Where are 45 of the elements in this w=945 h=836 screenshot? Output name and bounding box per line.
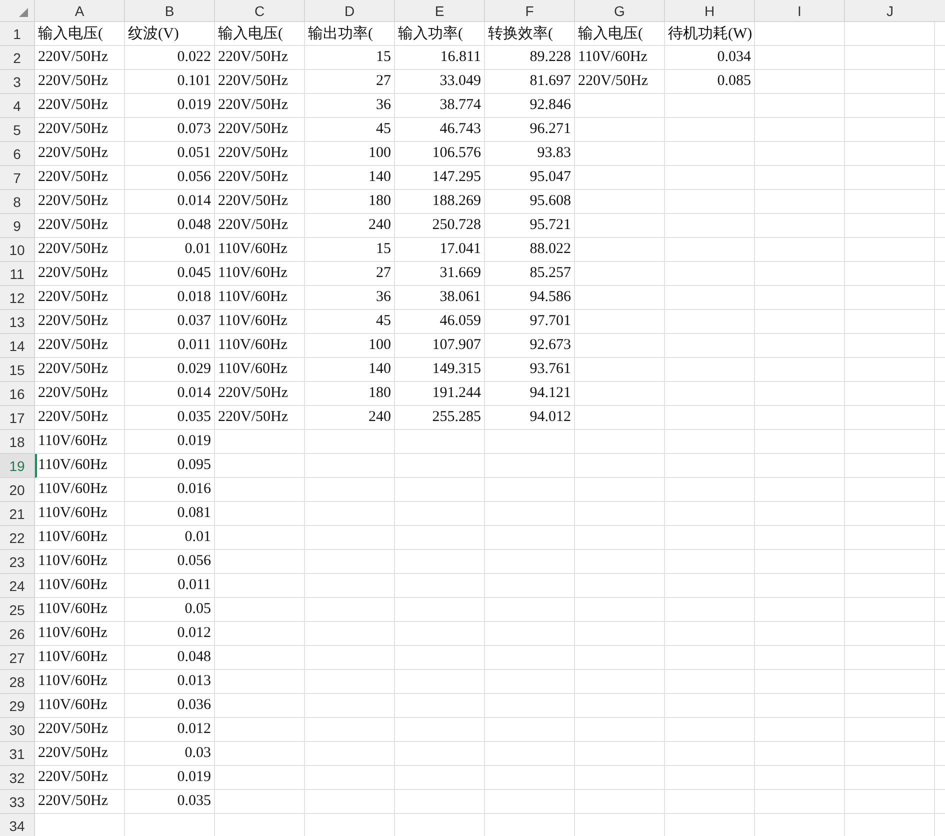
row-header[interactable]: 10 bbox=[0, 238, 35, 262]
row-header[interactable]: 16 bbox=[0, 382, 35, 406]
row-header[interactable]: 7 bbox=[0, 166, 35, 190]
row-header[interactable]: 12 bbox=[0, 286, 35, 310]
row-header[interactable]: 18 bbox=[0, 430, 35, 454]
row-header[interactable]: 28 bbox=[0, 670, 35, 694]
row-header[interactable]: 14 bbox=[0, 334, 35, 358]
column-header[interactable]: D bbox=[305, 0, 395, 22]
row-header[interactable]: 33 bbox=[0, 790, 35, 814]
row-header[interactable]: 1 bbox=[0, 22, 35, 46]
column-header[interactable]: A bbox=[35, 0, 125, 22]
column-header[interactable]: E bbox=[395, 0, 485, 22]
row-header[interactable]: 19 bbox=[0, 454, 35, 478]
column-header[interactable]: I bbox=[755, 0, 845, 22]
column-header[interactable]: F bbox=[485, 0, 575, 22]
column-header[interactable]: H bbox=[665, 0, 755, 22]
row-header[interactable]: 6 bbox=[0, 142, 35, 166]
row-header[interactable]: 9 bbox=[0, 214, 35, 238]
row-header[interactable]: 3 bbox=[0, 70, 35, 94]
row-header[interactable]: 30 bbox=[0, 718, 35, 742]
row-header[interactable]: 15 bbox=[0, 358, 35, 382]
row-header[interactable]: 13 bbox=[0, 310, 35, 334]
row-header[interactable]: 8 bbox=[0, 190, 35, 214]
row-header[interactable]: 24 bbox=[0, 574, 35, 598]
column-header[interactable]: C bbox=[215, 0, 305, 22]
row-header[interactable]: 22 bbox=[0, 526, 35, 550]
column-header[interactable]: B bbox=[125, 0, 215, 22]
row-header[interactable]: 21 bbox=[0, 502, 35, 526]
column-header[interactable]: G bbox=[575, 0, 665, 22]
row-header[interactable]: 4 bbox=[0, 94, 35, 118]
row-header[interactable]: 11 bbox=[0, 262, 35, 286]
row-header[interactable]: 26 bbox=[0, 622, 35, 646]
row-header[interactable]: 29 bbox=[0, 694, 35, 718]
row-header[interactable]: 31 bbox=[0, 742, 35, 766]
row-header[interactable]: 32 bbox=[0, 766, 35, 790]
row-header[interactable]: 34 bbox=[0, 814, 35, 836]
select-all-icon[interactable] bbox=[19, 8, 28, 17]
row-header[interactable]: 2 bbox=[0, 46, 35, 70]
row-header[interactable]: 5 bbox=[0, 118, 35, 142]
row-header[interactable]: 25 bbox=[0, 598, 35, 622]
row-header[interactable]: 20 bbox=[0, 478, 35, 502]
row-header[interactable]: 27 bbox=[0, 646, 35, 670]
row-header[interactable]: 23 bbox=[0, 550, 35, 574]
column-header[interactable]: J bbox=[845, 0, 945, 22]
row-header[interactable]: 17 bbox=[0, 406, 35, 430]
